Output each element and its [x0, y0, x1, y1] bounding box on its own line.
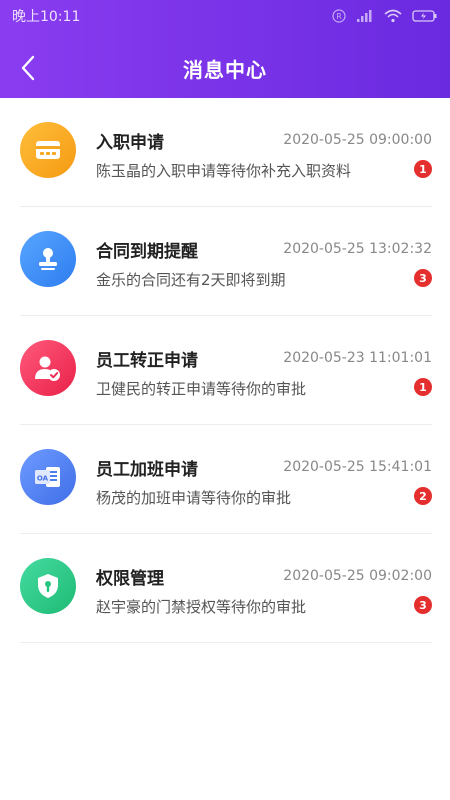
message-item-permission[interactable]: 权限管理 2020-05-25 09:02:00 赵宇豪的门禁授权等待你的审批 …: [20, 534, 432, 643]
id-card-icon: [36, 141, 60, 159]
message-title: 合同到期提醒: [96, 242, 198, 262]
message-item-regularization[interactable]: 员工转正申请 2020-05-23 11:01:01 卫健民的转正申请等待你的审…: [20, 316, 432, 425]
message-title: 员工加班申请: [96, 460, 198, 480]
unread-badge: 3: [414, 596, 432, 614]
message-avatar: OA: [20, 449, 76, 505]
message-time: 2020-05-23 11:01:01: [283, 350, 432, 366]
oa-document-icon: OA: [35, 467, 60, 487]
message-time: 2020-05-25 13:02:32: [283, 241, 432, 257]
message-title: 入职申请: [96, 133, 164, 153]
svg-text:OA: OA: [37, 475, 49, 483]
unread-badge: 1: [414, 160, 432, 178]
message-desc: 赵宇豪的门禁授权等待你的审批: [96, 598, 307, 616]
header: 晚上10:11 R 消息中心: [0, 0, 450, 98]
message-item-contract[interactable]: 合同到期提醒 2020-05-25 13:02:32 金乐的合同还有2天即将到期…: [20, 207, 432, 316]
message-title: 权限管理: [96, 569, 164, 589]
message-time: 2020-05-25 09:00:00: [283, 132, 432, 148]
message-item-onboarding[interactable]: 入职申请 2020-05-25 09:00:00 陈玉晶的入职申请等待你补充入职…: [20, 98, 432, 207]
unread-badge: 3: [414, 269, 432, 287]
shield-key-icon: [38, 574, 58, 598]
message-desc: 陈玉晶的入职申请等待你补充入职资料: [96, 162, 352, 180]
message-desc: 杨茂的加班申请等待你的审批: [96, 489, 292, 507]
message-avatar: [20, 122, 76, 178]
message-avatar: [20, 340, 76, 396]
message-item-overtime[interactable]: OA 员工加班申请 2020-05-25 15:41:01 杨茂的加班申请等待你…: [20, 425, 432, 534]
message-list: 入职申请 2020-05-25 09:00:00 陈玉晶的入职申请等待你补充入职…: [0, 98, 450, 643]
chevron-left-icon: [21, 55, 35, 81]
alarm-icon: R: [332, 9, 346, 23]
status-bar: 晚上10:11 R: [0, 0, 450, 32]
message-time: 2020-05-25 09:02:00: [283, 568, 432, 584]
message-avatar: [20, 231, 76, 287]
message-time: 2020-05-25 15:41:01: [283, 459, 432, 475]
message-avatar: [20, 558, 76, 614]
message-desc: 金乐的合同还有2天即将到期: [96, 271, 286, 289]
wifi-icon: [384, 9, 402, 23]
status-time: 晚上10:11: [12, 9, 81, 25]
user-check-icon: [35, 356, 60, 381]
unread-badge: 2: [414, 487, 432, 505]
title-bar: 消息中心: [0, 38, 450, 98]
signal-icon: [357, 10, 372, 22]
battery-icon: [412, 10, 437, 22]
message-title: 员工转正申请: [96, 351, 198, 371]
unread-badge: 1: [414, 378, 432, 396]
back-button[interactable]: [10, 48, 46, 88]
page-title: 消息中心: [183, 57, 267, 82]
message-desc: 卫健民的转正申请等待你的审批: [96, 380, 307, 398]
svg-text:R: R: [336, 12, 342, 21]
status-icons: R: [332, 9, 438, 23]
stamp-icon: [39, 248, 57, 270]
